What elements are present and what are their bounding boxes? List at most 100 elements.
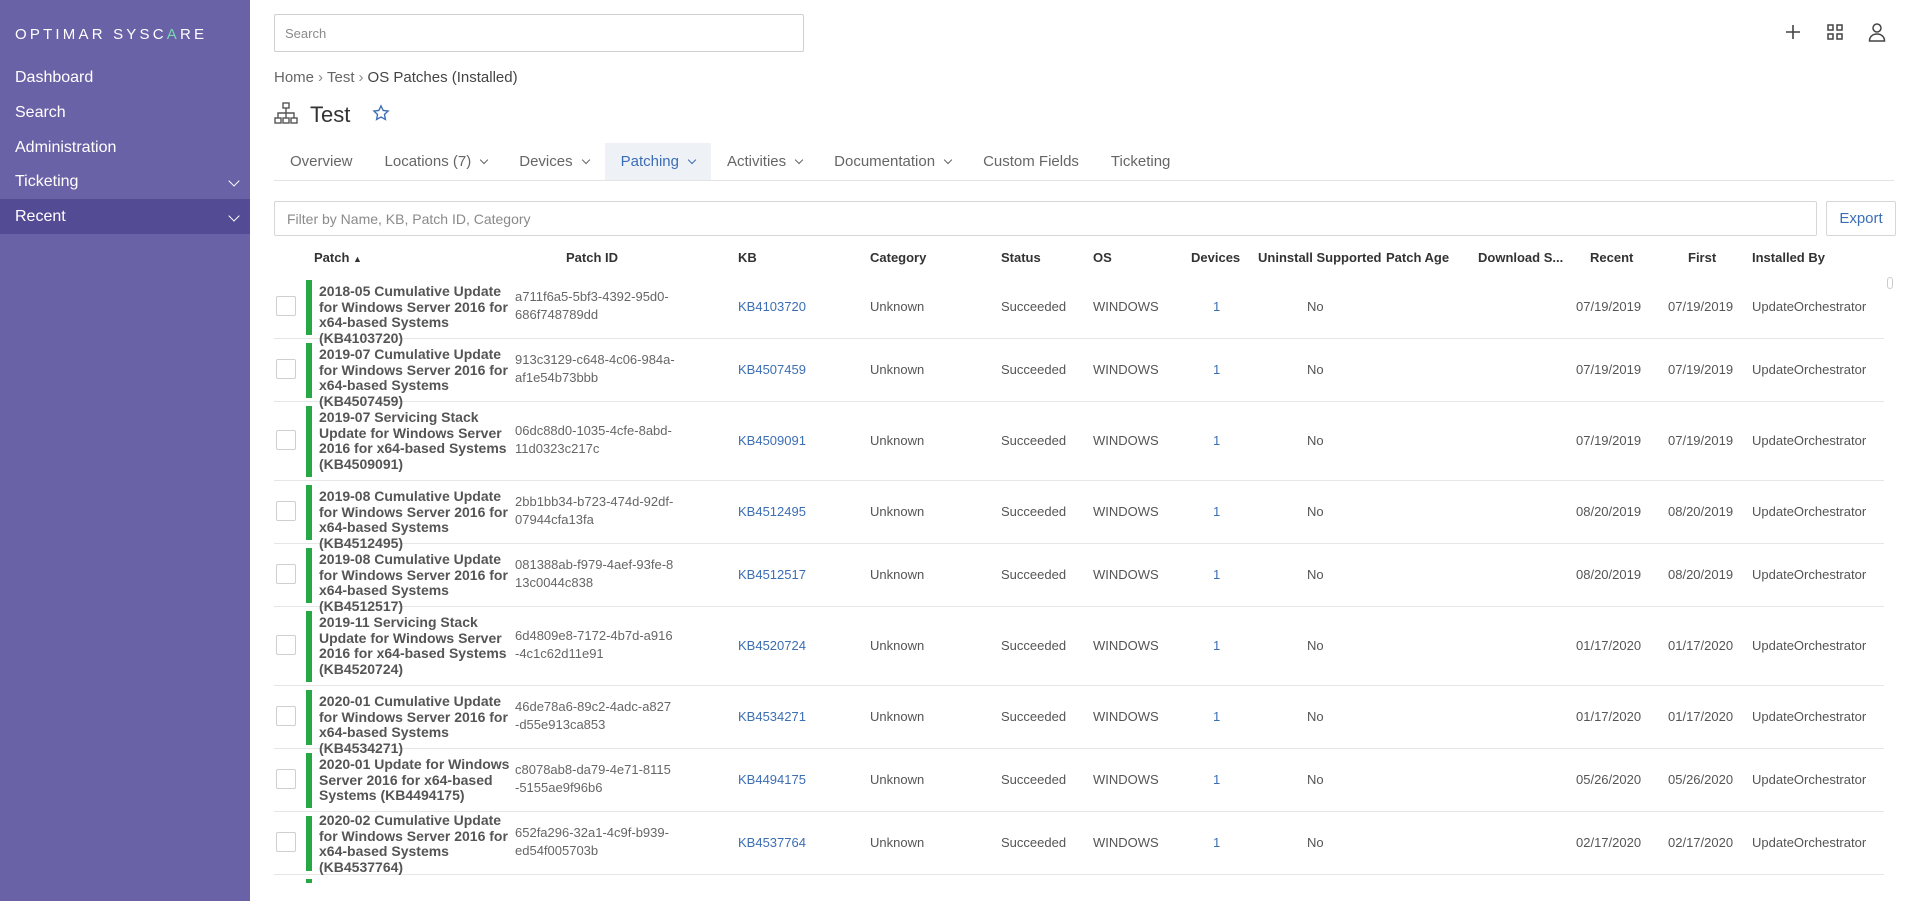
patch-name: 2020-01 Cumulative Update for Windows Se… xyxy=(319,693,508,756)
add-icon[interactable] xyxy=(1781,20,1805,44)
patch-id: 46de78a6-89c2-4adc-a827-d55e913ca853 xyxy=(515,699,672,732)
first-cell: 05/26/2020 xyxy=(1668,772,1734,787)
row-checkbox[interactable] xyxy=(276,635,296,655)
installed-by-cell: UpdateOrchestrator xyxy=(1752,362,1867,377)
devices-link[interactable]: 1 xyxy=(1213,362,1220,377)
sidebar-item-ticketing[interactable]: Ticketing xyxy=(0,164,250,199)
first-cell: 08/20/2019 xyxy=(1668,567,1734,582)
tab-devices[interactable]: Devices xyxy=(503,143,604,180)
table-row[interactable]: 2020-02 Cumulative Update for Windows Se… xyxy=(274,812,1884,875)
devices-link[interactable]: 1 xyxy=(1213,504,1220,519)
category-cell: Unknown xyxy=(870,299,925,314)
tab-ticketing[interactable]: Ticketing xyxy=(1095,143,1186,180)
apps-grid-icon[interactable] xyxy=(1823,20,1847,44)
uninstall-cell: No xyxy=(1307,835,1324,850)
patch-name: 2019-07 Servicing Stack Update for Windo… xyxy=(319,409,507,472)
column-header-category[interactable]: Category xyxy=(870,250,926,265)
kb-link[interactable]: KB4512495 xyxy=(738,504,806,519)
column-header-patch-age[interactable]: Patch Age xyxy=(1386,250,1449,265)
tab-activities[interactable]: Activities xyxy=(711,143,818,180)
row-checkbox[interactable] xyxy=(276,359,296,379)
table-row[interactable]: 2020-01 Cumulative Update for Windows Se… xyxy=(274,686,1884,755)
tab-label: Devices xyxy=(519,153,573,170)
column-header-recent[interactable]: Recent xyxy=(1590,250,1633,265)
breadcrumb-home[interactable]: Home xyxy=(274,69,314,86)
devices-link[interactable]: 1 xyxy=(1213,709,1220,724)
search-input[interactable] xyxy=(274,14,804,52)
brand-logo[interactable]: OPTIMAR SYSCARE xyxy=(15,26,207,43)
tab-label: Locations (7) xyxy=(384,153,472,170)
table-row[interactable]: 2019-07 Servicing Stack Update for Windo… xyxy=(274,402,1884,481)
column-header-uninstall-supported[interactable]: Uninstall Supported xyxy=(1258,250,1382,265)
user-icon[interactable] xyxy=(1865,20,1889,44)
patch-id: 652fa296-32a1-4c9f-b939-ed54f005703b xyxy=(515,825,669,858)
breadcrumb-parent[interactable]: Test xyxy=(327,69,355,86)
row-checkbox[interactable] xyxy=(276,501,296,521)
row-checkbox[interactable] xyxy=(276,564,296,584)
sidebar-item-administration[interactable]: Administration xyxy=(0,130,250,165)
table-row[interactable]: 2019-08 Cumulative Update for Windows Se… xyxy=(274,481,1884,550)
column-header-patch[interactable]: Patch ▲ xyxy=(314,250,362,265)
category-cell: Unknown xyxy=(870,433,925,448)
category-cell: Unknown xyxy=(870,835,925,850)
kb-link[interactable]: KB4520724 xyxy=(738,638,806,653)
table-row[interactable]: 2018-05 Cumulative Update for Windows Se… xyxy=(274,276,1884,345)
devices-link[interactable]: 1 xyxy=(1213,567,1220,582)
column-header-os[interactable]: OS xyxy=(1093,250,1112,265)
devices-link[interactable]: 1 xyxy=(1213,299,1220,314)
kb-link[interactable]: KB4494175 xyxy=(738,772,806,787)
tab-patching[interactable]: Patching xyxy=(604,143,711,180)
chevron-down-icon xyxy=(794,155,804,164)
kb-link[interactable]: KB4534271 xyxy=(738,709,806,724)
tab-overview[interactable]: Overview xyxy=(274,143,369,180)
tab-documentation[interactable]: Documentation xyxy=(818,143,967,180)
devices-link[interactable]: 1 xyxy=(1213,638,1220,653)
export-button[interactable]: Export xyxy=(1826,201,1896,236)
tab-custom-fields[interactable]: Custom Fields xyxy=(967,143,1095,180)
row-checkbox[interactable] xyxy=(276,769,296,789)
row-checkbox[interactable] xyxy=(276,296,296,316)
row-checkbox[interactable] xyxy=(276,832,296,852)
tab-locations[interactable]: Locations (7) xyxy=(369,143,504,180)
column-header-installed-by[interactable]: Installed By xyxy=(1752,250,1825,265)
column-header-status[interactable]: Status xyxy=(1001,250,1041,265)
os-cell: WINDOWS xyxy=(1093,299,1159,314)
devices-link[interactable]: 1 xyxy=(1213,772,1220,787)
kb-link[interactable]: KB4509091 xyxy=(738,433,806,448)
star-icon[interactable] xyxy=(372,103,390,127)
status-indicator xyxy=(306,280,312,335)
os-cell: WINDOWS xyxy=(1093,504,1159,519)
status-indicator xyxy=(306,548,312,603)
status-cell: Succeeded xyxy=(1001,567,1067,582)
scrollbar-thumb[interactable] xyxy=(1887,277,1893,289)
row-checkbox[interactable] xyxy=(276,430,296,450)
table-row[interactable]: 2019-08 Cumulative Update for Windows Se… xyxy=(274,544,1884,613)
devices-link[interactable]: 1 xyxy=(1213,835,1220,850)
devices-link[interactable]: 1 xyxy=(1213,433,1220,448)
tab-label: Patching xyxy=(620,153,679,170)
sidebar-item-dashboard[interactable]: Dashboard xyxy=(0,60,250,95)
installed-by-cell: UpdateOrchestrator xyxy=(1752,433,1867,448)
sidebar-item-recent[interactable]: Recent xyxy=(0,199,250,234)
uninstall-cell: No xyxy=(1307,362,1324,377)
table-row[interactable]: 2019-07 Cumulative Update for Windows Se… xyxy=(274,339,1884,408)
column-header-patch-id[interactable]: Patch ID xyxy=(566,250,618,265)
os-cell: WINDOWS xyxy=(1093,638,1159,653)
column-header-kb[interactable]: KB xyxy=(738,250,757,265)
kb-link[interactable]: KB4507459 xyxy=(738,362,806,377)
table-row[interactable]: 2020-01 Update for Windows Server 2016 f… xyxy=(274,749,1884,812)
filter-input[interactable] xyxy=(274,201,1817,236)
column-header-download-size[interactable]: Download S... xyxy=(1478,250,1563,265)
table-row[interactable]: 2019-11 Servicing Stack Update for Windo… xyxy=(274,607,1884,686)
first-cell: 01/17/2020 xyxy=(1668,638,1734,653)
kb-link[interactable]: KB4512517 xyxy=(738,567,806,582)
column-header-devices[interactable]: Devices xyxy=(1191,250,1240,265)
uninstall-cell: No xyxy=(1307,638,1324,653)
kb-link[interactable]: KB4537764 xyxy=(738,835,806,850)
os-cell: WINDOWS xyxy=(1093,835,1159,850)
column-header-first[interactable]: First xyxy=(1688,250,1716,265)
kb-link[interactable]: KB4103720 xyxy=(738,299,806,314)
sidebar-item-search[interactable]: Search xyxy=(0,95,250,130)
chevron-down-icon xyxy=(687,155,697,164)
row-checkbox[interactable] xyxy=(276,706,296,726)
